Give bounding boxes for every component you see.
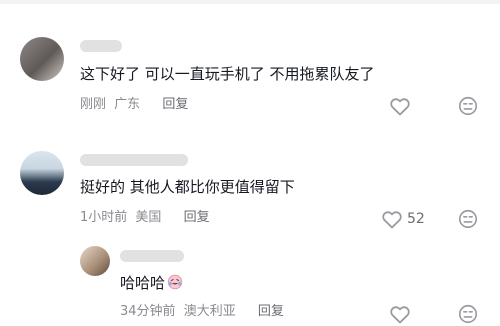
dislike-face-icon[interactable]: [457, 303, 479, 325]
comment-location: 广东: [114, 97, 141, 112]
heart-outline-icon[interactable]: [388, 302, 412, 326]
reply-button[interactable]: 回复: [258, 304, 284, 319]
reply-item: 哈哈哈 34分钟前 澳大利亚 回复: [0, 240, 500, 324]
comment-item: 这下好了 可以一直玩手机了 不用拖累队友了 刚刚 广东 回复: [0, 30, 500, 130]
comment-text: 哈哈哈: [120, 273, 183, 293]
comment-meta: 34分钟前 澳大利亚 回复: [120, 304, 284, 320]
username[interactable]: [120, 250, 184, 262]
avatar[interactable]: [80, 246, 110, 276]
comment-meta: 刚刚 广东 回复: [80, 97, 188, 113]
heart-outline-icon[interactable]: [380, 207, 404, 231]
reply-button[interactable]: 回复: [184, 210, 210, 225]
like-count: 52: [407, 211, 425, 227]
comment-time: 刚刚: [80, 97, 107, 112]
avatar[interactable]: [20, 151, 64, 195]
comment-time: 34分钟前: [120, 304, 176, 319]
comment-text-content: 哈哈哈: [120, 274, 166, 292]
comment-item: 挺好的 其他人都比你更值得留下 1小时前 美国 回复 52: [0, 146, 500, 246]
username[interactable]: [80, 40, 122, 52]
heart-outline-icon[interactable]: [388, 94, 412, 118]
dislike-face-icon[interactable]: [457, 208, 479, 230]
comment-time: 1小时前: [80, 210, 128, 225]
comment-location: 美国: [135, 210, 162, 225]
username[interactable]: [80, 154, 188, 166]
comment-text: 这下好了 可以一直玩手机了 不用拖累队友了: [80, 65, 375, 83]
comment-text: 挺好的 其他人都比你更值得留下: [80, 178, 295, 196]
comment-location: 澳大利亚: [183, 304, 236, 319]
laughing-crying-emoji: [167, 274, 183, 290]
avatar[interactable]: [20, 37, 64, 81]
reply-button[interactable]: 回复: [162, 97, 188, 112]
comment-meta: 1小时前 美国 回复: [80, 210, 210, 226]
dislike-face-icon[interactable]: [457, 95, 479, 117]
top-divider: [0, 0, 500, 4]
